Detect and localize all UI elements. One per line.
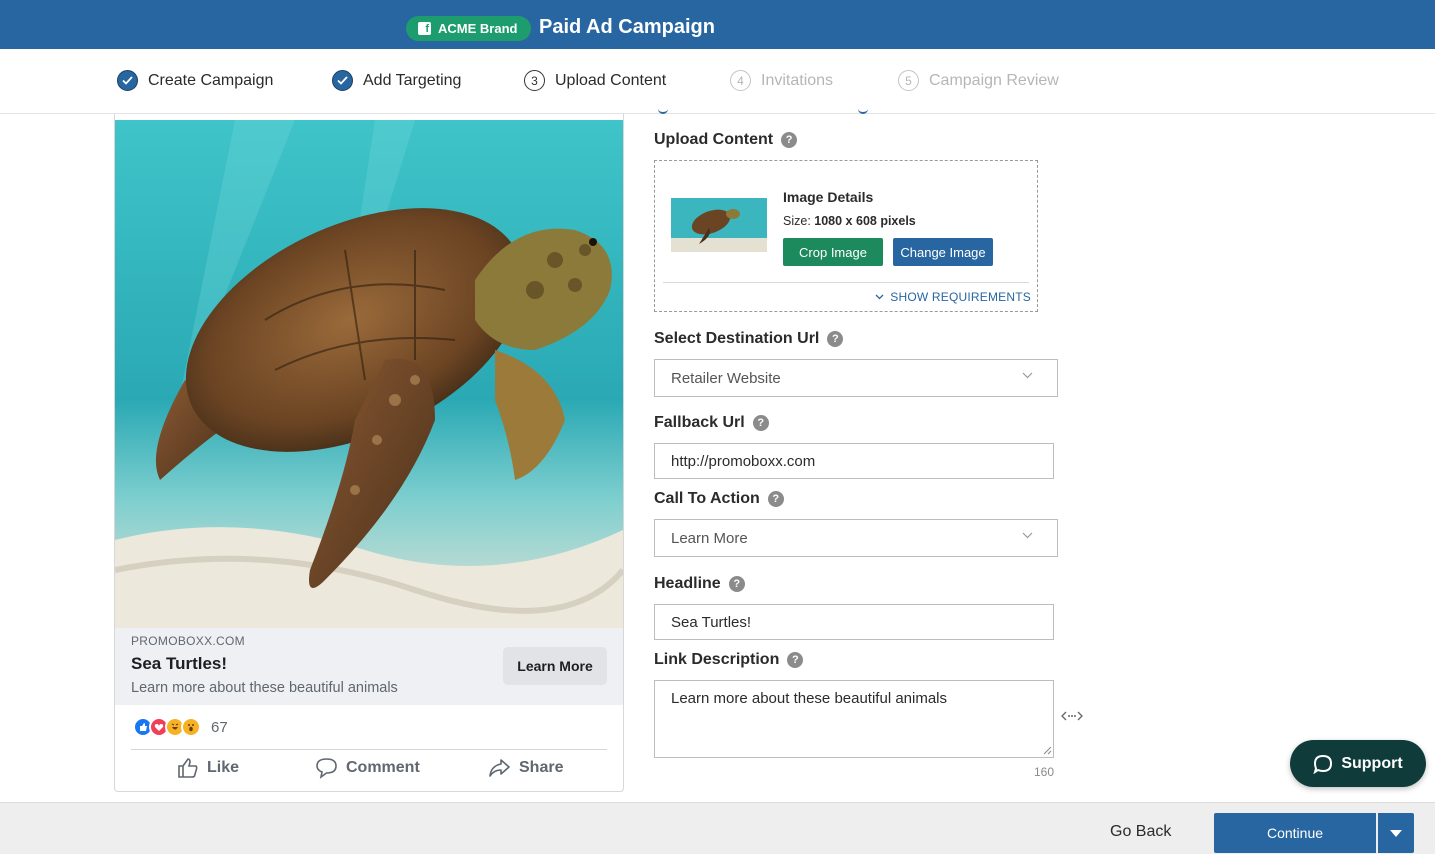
divider	[663, 282, 1029, 283]
destination-url-select[interactable]: Retailer Website	[654, 359, 1058, 397]
help-icon[interactable]: ?	[767, 491, 784, 507]
link-preview-strip[interactable]: PROMOBOXX.COM Sea Turtles! Learn more ab…	[115, 628, 623, 705]
help-icon[interactable]: ?	[787, 652, 804, 668]
headline-input[interactable]: Sea Turtles!	[654, 604, 1054, 640]
destination-url-label: Select Destination Url ?	[654, 330, 844, 348]
headline-label: Headline ?	[654, 575, 745, 593]
ad-description: Learn more about these beautiful animals	[131, 680, 398, 696]
like-label: Like	[207, 759, 240, 776]
support-label: Support	[1341, 754, 1403, 772]
step-add-targeting[interactable]: Add Targeting	[332, 70, 461, 91]
help-icon[interactable]: ?	[781, 132, 798, 148]
step-number: 4	[730, 70, 751, 91]
chevron-down-icon	[1022, 532, 1033, 539]
share-label: Share	[519, 759, 564, 776]
check-icon	[117, 70, 138, 91]
wow-icon	[181, 717, 201, 737]
fallback-url-label: Fallback Url ?	[654, 414, 769, 432]
step-label: Upload Content	[555, 71, 667, 89]
image-size-label: Size:	[783, 214, 811, 228]
step-label: Invitations	[761, 71, 834, 89]
call-to-action-label: Call To Action ?	[654, 490, 784, 508]
step-upload-content[interactable]: 3 Upload Content	[524, 70, 666, 91]
support-button[interactable]: Support	[1290, 740, 1426, 787]
change-image-button[interactable]: Change Image	[893, 238, 993, 266]
comment-action[interactable]: Comment	[315, 757, 420, 779]
step-label: Add Targeting	[363, 71, 462, 89]
campaign-stepper: Create Campaign Add Targeting 3 Upload C…	[0, 49, 1435, 114]
chat-bubble-icon	[1313, 754, 1333, 774]
continue-button[interactable]: Continue	[1214, 813, 1376, 853]
image-size: Size: 1080 x 608 pixels	[783, 214, 916, 228]
fallback-url-label-text: Fallback Url	[654, 414, 745, 431]
upload-content-label: Upload Content ?	[654, 131, 798, 149]
go-back-button[interactable]: Go Back	[1110, 823, 1171, 841]
headline-label-text: Headline	[654, 575, 721, 592]
destination-url-value: Retailer Website	[671, 369, 781, 387]
character-counter: 160	[1033, 765, 1054, 779]
link-description-label: Link Description ?	[654, 651, 804, 669]
step-label: Campaign Review	[929, 71, 1059, 89]
upload-content-label-text: Upload Content	[654, 131, 774, 148]
fallback-url-input[interactable]: http://promoboxx.com	[654, 443, 1054, 479]
ad-preview-card: PROMOBOXX.COM Sea Turtles! Learn more ab…	[114, 114, 624, 792]
step-create-campaign[interactable]: Create Campaign	[117, 70, 273, 91]
check-icon	[332, 70, 353, 91]
image-details-title: Image Details	[783, 189, 874, 205]
ad-headline: Sea Turtles!	[131, 654, 228, 673]
resize-handle-icon[interactable]	[1043, 746, 1052, 755]
chevron-down-icon	[875, 294, 884, 300]
continue-options-button[interactable]	[1378, 813, 1414, 853]
call-to-action-label-text: Call To Action	[654, 490, 760, 507]
show-requirements-text: SHOW REQUIREMENTS	[890, 290, 1031, 304]
footer-bar: Go Back Continue	[0, 802, 1435, 854]
help-icon[interactable]: ?	[752, 415, 769, 431]
show-requirements-link[interactable]: SHOW REQUIREMENTS	[875, 290, 1031, 304]
step-campaign-review: 5 Campaign Review	[898, 70, 1059, 91]
divider	[131, 749, 607, 750]
destination-url-label-text: Select Destination Url	[654, 330, 820, 347]
call-to-action-value: Learn More	[671, 529, 748, 547]
help-icon[interactable]: ?	[728, 576, 745, 592]
step-number: 3	[524, 70, 545, 91]
comment-label: Comment	[346, 759, 420, 776]
chevron-down-icon	[1022, 372, 1033, 379]
image-size-value: 1080 x 608 pixels	[814, 214, 916, 228]
share-action[interactable]: Share	[488, 757, 563, 779]
reactions-summary[interactable]: 67	[133, 717, 228, 737]
step-invitations: 4 Invitations	[730, 70, 833, 91]
brand-badge: f ACME Brand	[406, 16, 532, 41]
like-action[interactable]: Like	[177, 757, 239, 779]
expand-horizontal-icon[interactable]	[1061, 709, 1083, 726]
thumbs-up-icon	[178, 758, 198, 778]
reaction-count: 67	[211, 718, 228, 736]
help-icon[interactable]: ?	[827, 331, 844, 347]
step-label: Create Campaign	[148, 71, 274, 89]
page-title: Paid Ad Campaign	[539, 16, 715, 38]
link-description-label-text: Link Description	[654, 651, 780, 668]
ad-cta-button[interactable]: Learn More	[503, 647, 607, 685]
brand-label: ACME Brand	[438, 21, 518, 36]
ad-domain: PROMOBOXX.COM	[131, 634, 245, 648]
upload-dropzone[interactable]: Image Details Size: 1080 x 608 pixels Cr…	[654, 160, 1038, 312]
crop-image-button[interactable]: Crop Image	[783, 238, 883, 266]
share-icon	[489, 759, 510, 777]
link-description-textarea[interactable]: Learn more about these beautiful animals	[654, 680, 1054, 758]
sea-turtle-image	[115, 120, 623, 628]
post-actions: Like Comment Share	[115, 757, 623, 787]
caret-down-icon	[1390, 829, 1402, 837]
app-header: f ACME Brand Paid Ad Campaign	[0, 0, 1435, 49]
comment-icon	[316, 758, 337, 779]
facebook-icon: f	[418, 22, 431, 35]
step-number: 5	[898, 70, 919, 91]
image-thumbnail	[671, 198, 767, 252]
call-to-action-select[interactable]: Learn More	[654, 519, 1058, 557]
